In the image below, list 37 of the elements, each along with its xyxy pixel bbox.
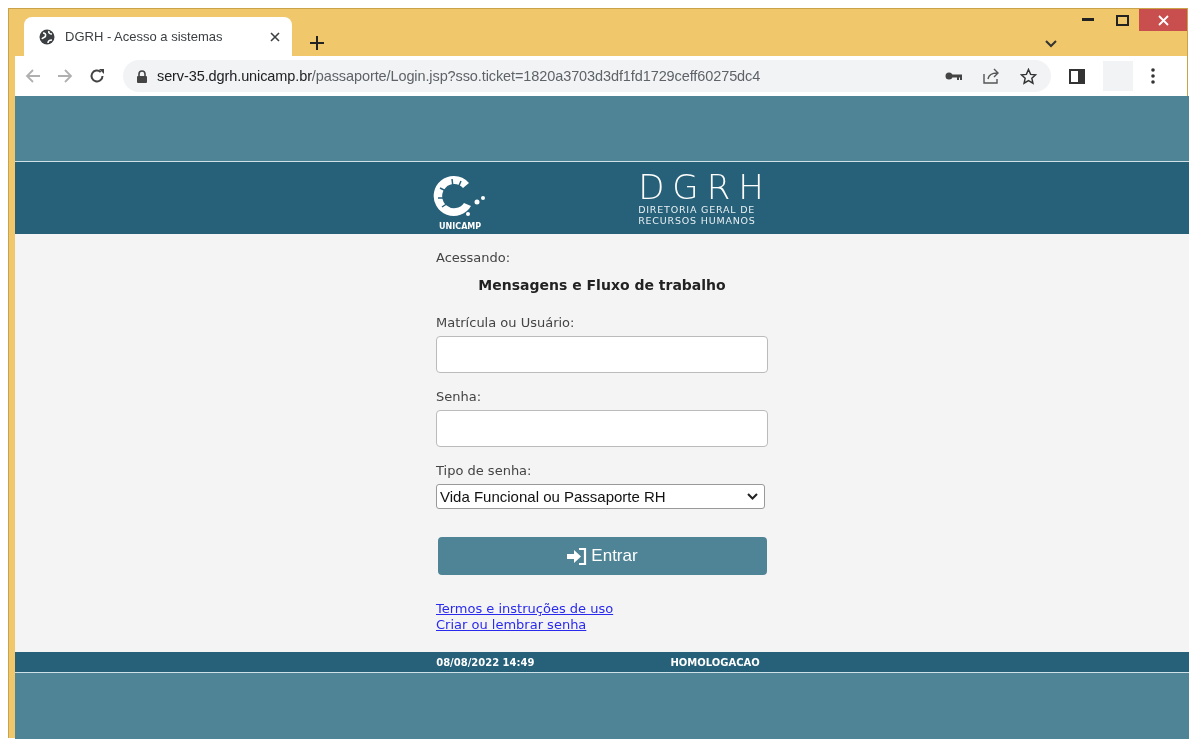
close-icon (1157, 14, 1169, 26)
field-label: Senha: (436, 389, 483, 404)
new-tab-icon[interactable] (310, 36, 324, 50)
url-text: serv-35.dgrh.unicamp.br/passaporte/Login.jsp?sso.ticket=1820a3703d3df1fd1729ceff60275dc4 (157, 68, 762, 84)
username-field[interactable] (436, 336, 768, 373)
password-field[interactable] (436, 410, 768, 447)
close-tab-icon[interactable] (270, 31, 280, 42)
key-icon[interactable] (945, 71, 963, 81)
link[interactable]: Criar ou lembrar senha (436, 617, 587, 633)
lock-icon (137, 69, 147, 83)
chevron-down-icon (747, 493, 758, 500)
globe-icon (39, 28, 55, 45)
close-window-button[interactable] (1139, 9, 1187, 31)
browser-tab[interactable]: DGRH - Acesso a sistemas (24, 17, 292, 56)
reload-icon[interactable] (89, 68, 105, 84)
share-icon[interactable] (983, 68, 1000, 84)
address-bar[interactable]: serv-35.dgrh.unicamp.br/passaporte/Login.jsp?sso.ticket=1820a3703d3df1fd1729ceff60275dc4 (123, 60, 1051, 92)
accessing-label: Acessando: (436, 250, 512, 265)
sign-in-icon (567, 547, 588, 565)
star-icon[interactable] (1020, 67, 1037, 85)
field-label: Matrícula ou Usuário: (436, 315, 576, 330)
tab-title: DGRH - Acesso a sistemas (65, 29, 224, 44)
link[interactable]: Termos e instruções de uso (436, 601, 614, 617)
brand-subtitle: DIRETORIA GERAL DE (638, 204, 757, 215)
timestamp: 08/08/2022 14:49 (436, 656, 535, 668)
maximize-icon[interactable] (1115, 14, 1129, 26)
submit-button[interactable]: Entrar (438, 537, 767, 575)
minimize-icon[interactable] (1082, 18, 1094, 22)
field-label: Tipo de senha: (436, 463, 533, 478)
environment-label: HOMOLOGACAO (670, 656, 760, 668)
brand-subtitle: RECURSOS HUMANOS (638, 215, 757, 226)
logo-label: UNICAMP (439, 221, 482, 231)
password-type-dropdown[interactable]: Vida Funcional ou Passaporte RH (436, 484, 765, 509)
brand-name: DGRH (638, 170, 772, 204)
side-panel-icon[interactable] (1069, 68, 1085, 84)
system-name: Mensagens e Fluxo de trabalho (477, 277, 727, 293)
menu-icon[interactable] (1151, 68, 1155, 84)
